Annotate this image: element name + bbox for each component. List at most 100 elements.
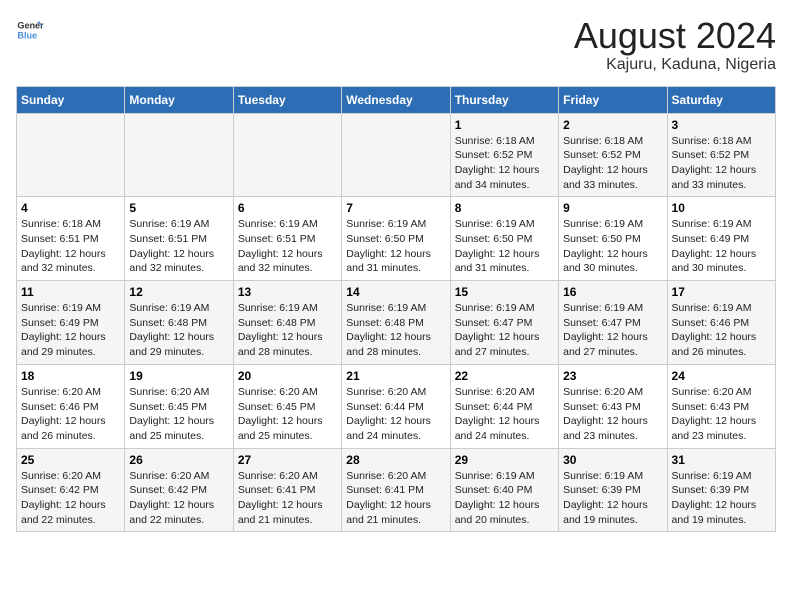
day-number: 20 bbox=[238, 369, 337, 383]
day-number: 31 bbox=[672, 453, 771, 467]
day-number: 7 bbox=[346, 201, 445, 215]
day-cell: 27 Sunrise: 6:20 AMSunset: 6:41 PMDayligh… bbox=[233, 448, 341, 532]
day-info: Sunrise: 6:19 AMSunset: 6:48 PMDaylight:… bbox=[238, 301, 337, 360]
column-header-thursday: Thursday bbox=[450, 86, 558, 113]
day-cell: 28Sunrise: 6:20 AMSunset: 6:41 PMDayligh… bbox=[342, 448, 450, 532]
day-cell: 31Sunrise: 6:19 AMSunset: 6:39 PMDayligh… bbox=[667, 448, 775, 532]
day-number: 27 bbox=[238, 453, 337, 467]
calendar-header: SundayMondayTuesdayWednesdayThursdayFrid… bbox=[17, 86, 776, 113]
day-info: Sunrise: 6:19 AMSunset: 6:51 PMDaylight:… bbox=[238, 217, 337, 276]
day-cell: 10Sunrise: 6:19 AMSunset: 6:49 PMDayligh… bbox=[667, 197, 775, 281]
day-cell bbox=[342, 113, 450, 197]
day-cell: 26 Sunrise: 6:20 AMSunset: 6:42 PMDayligh… bbox=[125, 448, 233, 532]
day-number: 25 bbox=[21, 453, 120, 467]
day-cell: 4 Sunrise: 6:18 AMSunset: 6:51 PMDaylight… bbox=[17, 197, 125, 281]
day-number: 22 bbox=[455, 369, 554, 383]
day-number: 14 bbox=[346, 285, 445, 299]
day-info: Sunrise: 6:20 AMSunset: 6:43 PMDaylight:… bbox=[563, 385, 662, 444]
day-info: Sunrise: 6:20 AMSunset: 6:41 PMDaylight:… bbox=[238, 469, 337, 528]
day-info: Sunrise: 6:19 AMSunset: 6:47 PMDaylight:… bbox=[455, 301, 554, 360]
day-info: Sunrise: 6:19 AMSunset: 6:51 PMDaylight:… bbox=[129, 217, 228, 276]
day-info: Sunrise: 6:19 AMSunset: 6:39 PMDaylight:… bbox=[563, 469, 662, 528]
day-info: Sunrise: 6:20 AMSunset: 6:42 PMDaylight:… bbox=[21, 469, 120, 528]
week-row-5: 25 Sunrise: 6:20 AMSunset: 6:42 PMDayligh… bbox=[17, 448, 776, 532]
day-number: 23 bbox=[563, 369, 662, 383]
title-block: August 2024 Kajuru, Kaduna, Nigeria bbox=[574, 16, 776, 74]
day-number: 4 bbox=[21, 201, 120, 215]
day-number: 26 bbox=[129, 453, 228, 467]
day-number: 29 bbox=[455, 453, 554, 467]
day-cell: 22 Sunrise: 6:20 AMSunset: 6:44 PMDayligh… bbox=[450, 364, 558, 448]
day-number: 1 bbox=[455, 118, 554, 132]
day-info: Sunrise: 6:19 AMSunset: 6:40 PMDaylight:… bbox=[455, 469, 554, 528]
day-cell: 8Sunrise: 6:19 AMSunset: 6:50 PMDaylight… bbox=[450, 197, 558, 281]
day-number: 24 bbox=[672, 369, 771, 383]
day-cell: 5 Sunrise: 6:19 AMSunset: 6:51 PMDaylight… bbox=[125, 197, 233, 281]
day-info: Sunrise: 6:20 AMSunset: 6:46 PMDaylight:… bbox=[21, 385, 120, 444]
day-info: Sunrise: 6:20 AMSunset: 6:42 PMDaylight:… bbox=[129, 469, 228, 528]
day-number: 2 bbox=[563, 118, 662, 132]
day-cell bbox=[233, 113, 341, 197]
day-cell: 1 Sunrise: 6:18 AMSunset: 6:52 PMDaylight… bbox=[450, 113, 558, 197]
day-cell: 20Sunrise: 6:20 AMSunset: 6:45 PMDayligh… bbox=[233, 364, 341, 448]
day-cell bbox=[17, 113, 125, 197]
day-cell: 11Sunrise: 6:19 AMSunset: 6:49 PMDayligh… bbox=[17, 281, 125, 365]
day-cell: 21 Sunrise: 6:20 AMSunset: 6:44 PMDayligh… bbox=[342, 364, 450, 448]
day-cell bbox=[125, 113, 233, 197]
column-header-friday: Friday bbox=[559, 86, 667, 113]
day-info: Sunrise: 6:20 AMSunset: 6:44 PMDaylight:… bbox=[346, 385, 445, 444]
day-info: Sunrise: 6:19 AMSunset: 6:46 PMDaylight:… bbox=[672, 301, 771, 360]
logo: General Blue bbox=[16, 16, 44, 44]
day-number: 9 bbox=[563, 201, 662, 215]
day-info: Sunrise: 6:20 AMSunset: 6:44 PMDaylight:… bbox=[455, 385, 554, 444]
day-number: 12 bbox=[129, 285, 228, 299]
svg-text:Blue: Blue bbox=[17, 30, 37, 40]
column-header-monday: Monday bbox=[125, 86, 233, 113]
subtitle: Kajuru, Kaduna, Nigeria bbox=[574, 56, 776, 74]
day-info: Sunrise: 6:19 AMSunset: 6:48 PMDaylight:… bbox=[129, 301, 228, 360]
day-number: 6 bbox=[238, 201, 337, 215]
column-header-tuesday: Tuesday bbox=[233, 86, 341, 113]
day-number: 19 bbox=[129, 369, 228, 383]
day-info: Sunrise: 6:19 AMSunset: 6:48 PMDaylight:… bbox=[346, 301, 445, 360]
day-number: 17 bbox=[672, 285, 771, 299]
logo-icon: General Blue bbox=[16, 16, 44, 44]
day-info: Sunrise: 6:20 AMSunset: 6:45 PMDaylight:… bbox=[129, 385, 228, 444]
main-title: August 2024 bbox=[574, 16, 776, 56]
column-header-sunday: Sunday bbox=[17, 86, 125, 113]
day-info: Sunrise: 6:20 AMSunset: 6:41 PMDaylight:… bbox=[346, 469, 445, 528]
day-info: Sunrise: 6:20 AMSunset: 6:43 PMDaylight:… bbox=[672, 385, 771, 444]
day-info: Sunrise: 6:18 AMSunset: 6:52 PMDaylight:… bbox=[672, 134, 771, 193]
day-cell: 30Sunrise: 6:19 AMSunset: 6:39 PMDayligh… bbox=[559, 448, 667, 532]
calendar-body: 1 Sunrise: 6:18 AMSunset: 6:52 PMDaylight… bbox=[17, 113, 776, 532]
day-cell: 12 Sunrise: 6:19 AMSunset: 6:48 PMDayligh… bbox=[125, 281, 233, 365]
day-cell: 7 Sunrise: 6:19 AMSunset: 6:50 PMDaylight… bbox=[342, 197, 450, 281]
day-number: 18 bbox=[21, 369, 120, 383]
day-info: Sunrise: 6:19 AMSunset: 6:50 PMDaylight:… bbox=[563, 217, 662, 276]
day-cell: 19 Sunrise: 6:20 AMSunset: 6:45 PMDayligh… bbox=[125, 364, 233, 448]
header-row: SundayMondayTuesdayWednesdayThursdayFrid… bbox=[17, 86, 776, 113]
day-number: 3 bbox=[672, 118, 771, 132]
day-info: Sunrise: 6:19 AMSunset: 6:50 PMDaylight:… bbox=[346, 217, 445, 276]
day-cell: 25 Sunrise: 6:20 AMSunset: 6:42 PMDayligh… bbox=[17, 448, 125, 532]
week-row-4: 18 Sunrise: 6:20 AMSunset: 6:46 PMDayligh… bbox=[17, 364, 776, 448]
day-info: Sunrise: 6:18 AMSunset: 6:52 PMDaylight:… bbox=[563, 134, 662, 193]
day-cell: 14 Sunrise: 6:19 AMSunset: 6:48 PMDayligh… bbox=[342, 281, 450, 365]
day-cell: 23 Sunrise: 6:20 AMSunset: 6:43 PMDayligh… bbox=[559, 364, 667, 448]
column-header-wednesday: Wednesday bbox=[342, 86, 450, 113]
day-info: Sunrise: 6:18 AMSunset: 6:52 PMDaylight:… bbox=[455, 134, 554, 193]
calendar-table: SundayMondayTuesdayWednesdayThursdayFrid… bbox=[16, 86, 776, 533]
page-header: General Blue August 2024 Kajuru, Kaduna,… bbox=[16, 16, 776, 74]
day-cell: 29 Sunrise: 6:19 AMSunset: 6:40 PMDayligh… bbox=[450, 448, 558, 532]
day-cell: 13Sunrise: 6:19 AMSunset: 6:48 PMDayligh… bbox=[233, 281, 341, 365]
day-info: Sunrise: 6:19 AMSunset: 6:49 PMDaylight:… bbox=[672, 217, 771, 276]
column-header-saturday: Saturday bbox=[667, 86, 775, 113]
day-info: Sunrise: 6:18 AMSunset: 6:51 PMDaylight:… bbox=[21, 217, 120, 276]
day-number: 8 bbox=[455, 201, 554, 215]
day-cell: 2 Sunrise: 6:18 AMSunset: 6:52 PMDaylight… bbox=[559, 113, 667, 197]
day-number: 21 bbox=[346, 369, 445, 383]
day-number: 16 bbox=[563, 285, 662, 299]
day-cell: 6 Sunrise: 6:19 AMSunset: 6:51 PMDaylight… bbox=[233, 197, 341, 281]
day-number: 5 bbox=[129, 201, 228, 215]
week-row-1: 1 Sunrise: 6:18 AMSunset: 6:52 PMDaylight… bbox=[17, 113, 776, 197]
